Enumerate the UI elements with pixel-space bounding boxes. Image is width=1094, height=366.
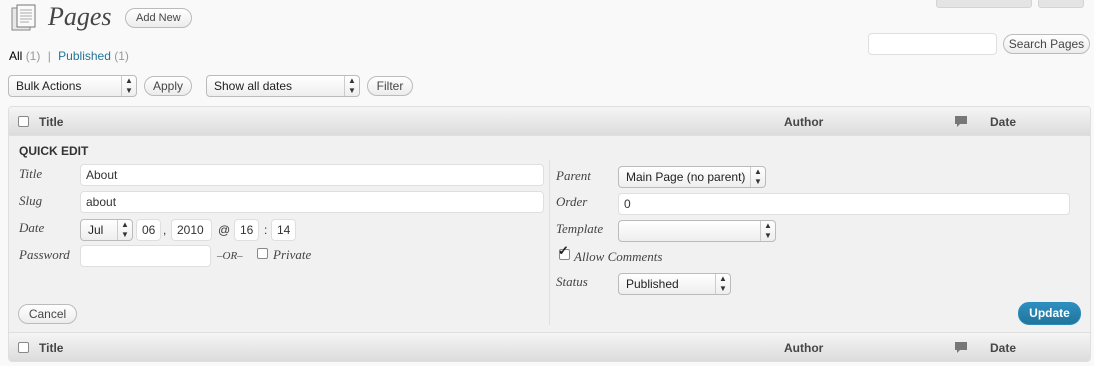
table-footer: Title Author Date: [9, 332, 1090, 361]
date-at: @: [218, 223, 231, 237]
year-field[interactable]: 2010: [171, 219, 212, 241]
filter-all-count: (1): [25, 49, 41, 63]
column-author: Author: [784, 115, 824, 129]
select-all-checkbox[interactable]: [18, 116, 29, 127]
private-label: Private: [273, 247, 312, 262]
chevron-updown-icon: ▲ ▼: [715, 274, 730, 294]
update-button[interactable]: Update: [1018, 302, 1081, 325]
quick-edit-panel: QUICK EDIT Title About Slug about Date J…: [9, 136, 1090, 332]
bulk-actions-select[interactable]: Bulk Actions ▲ ▼: [8, 75, 137, 97]
order-label: Order: [556, 194, 588, 209]
filter-published-count: (1): [114, 49, 129, 63]
status-label: Status: [556, 274, 588, 289]
search-pages-button[interactable]: Search Pages: [1003, 34, 1090, 54]
slug-field[interactable]: about: [80, 191, 544, 213]
slug-label: Slug: [19, 193, 43, 208]
column-date[interactable]: Date: [990, 115, 1016, 129]
column-title-footer[interactable]: Title: [39, 341, 63, 355]
password-label: Password: [19, 247, 70, 262]
status-selected: Published: [626, 277, 679, 291]
dates-selected: Show all dates: [214, 79, 293, 93]
page-title: Pages: [48, 2, 112, 31]
minute-field[interactable]: 14: [271, 219, 296, 241]
column-date-footer[interactable]: Date: [990, 341, 1016, 355]
screen-options-tab[interactable]: [936, 0, 1032, 8]
bulk-actions-selected: Bulk Actions: [16, 79, 82, 93]
comment-bubble-icon: [954, 341, 968, 357]
private-checkbox[interactable]: [257, 248, 268, 259]
search-input[interactable]: [868, 33, 997, 55]
comment-bubble-icon: [954, 115, 968, 131]
template-select[interactable]: ▲ ▼: [618, 220, 776, 242]
pages-table: Title Author Date QUICK EDIT Title About…: [8, 106, 1091, 362]
month-select[interactable]: Jul ▲ ▼: [80, 219, 133, 241]
table-header: Title Author Date: [9, 107, 1090, 136]
dates-select[interactable]: Show all dates ▲ ▼: [206, 75, 360, 97]
month-selected: Jul: [88, 223, 104, 237]
time-colon: :: [264, 223, 268, 237]
title-label: Title: [19, 166, 43, 181]
parent-selected: Main Page (no parent): [626, 170, 746, 184]
date-label: Date: [19, 220, 45, 235]
filter-button[interactable]: Filter: [367, 76, 413, 96]
column-author-footer: Author: [784, 341, 824, 355]
chevron-updown-icon: ▲ ▼: [344, 76, 359, 96]
filter-all-link[interactable]: All: [9, 49, 22, 63]
add-new-button[interactable]: Add New: [125, 8, 192, 28]
title-field[interactable]: About: [80, 164, 544, 186]
or-text: –OR–: [217, 250, 243, 262]
column-title[interactable]: Title: [39, 115, 63, 129]
chevron-updown-icon: ▲ ▼: [121, 76, 136, 96]
hour-field[interactable]: 16: [234, 219, 259, 241]
chevron-updown-icon: ▲ ▼: [117, 220, 132, 240]
password-field[interactable]: [80, 245, 211, 267]
chevron-updown-icon: ▲ ▼: [760, 221, 775, 241]
status-select[interactable]: Published ▲ ▼: [618, 273, 731, 295]
parent-select[interactable]: Main Page (no parent) ▲ ▼: [618, 166, 766, 188]
allow-comments-label: Allow Comments: [574, 249, 663, 264]
pages-icon: [10, 4, 40, 32]
column-divider: [549, 160, 550, 325]
order-field[interactable]: 0: [618, 193, 1070, 215]
parent-label: Parent: [556, 168, 591, 183]
date-comma: ,: [163, 223, 167, 237]
select-all-checkbox-footer[interactable]: [18, 342, 29, 353]
template-label: Template: [556, 221, 604, 236]
day-field[interactable]: 06: [136, 219, 161, 241]
chevron-updown-icon: ▲ ▼: [750, 167, 765, 187]
quick-edit-heading: QUICK EDIT: [19, 144, 89, 158]
filter-published-link[interactable]: Published: [58, 49, 111, 63]
checkmark-icon: ✓: [558, 243, 569, 258]
filter-separator: |: [47, 49, 51, 63]
status-filter-links: All (1) | Published (1): [9, 49, 129, 63]
cancel-button[interactable]: Cancel: [18, 304, 77, 324]
apply-button[interactable]: Apply: [144, 76, 192, 96]
help-tab[interactable]: [1038, 0, 1084, 8]
